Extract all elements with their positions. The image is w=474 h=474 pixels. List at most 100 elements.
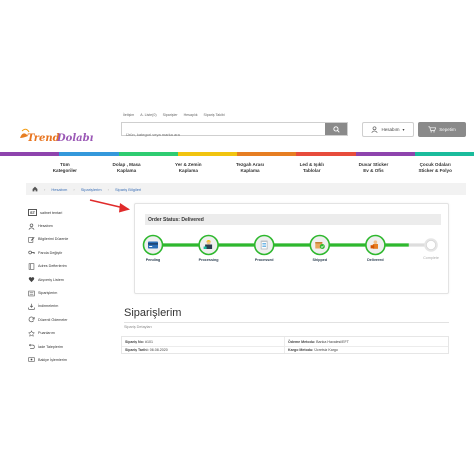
breadcrumb-account[interactable]: Hesabım: [51, 187, 67, 192]
user-icon: [28, 223, 35, 230]
band-segment: [177, 152, 237, 156]
account-label: Hesabım: [381, 127, 400, 132]
return-icon: [28, 343, 35, 350]
category-all[interactable]: Tüm Kategoriler: [34, 157, 96, 178]
band-segment: [355, 152, 415, 156]
progress-step: [309, 234, 331, 256]
search-button[interactable]: [325, 123, 347, 135]
sidebar-item-label: Hesabım: [38, 224, 53, 229]
order-date-label: Sipariş Tarihi:: [125, 348, 149, 352]
svg-text:Dolabı: Dolabı: [56, 133, 94, 144]
progress-step: [365, 234, 386, 256]
payment-label: Ödeme Metodu:: [288, 340, 316, 344]
step-label: Complete: [423, 255, 439, 260]
band-segment: [0, 152, 60, 156]
sidebar-item[interactable]: İade Taleplerim: [28, 340, 106, 353]
breadcrumb: › Hesabım › Siparişlerim › Sipariş Bilgi…: [26, 183, 466, 195]
chevron-down-icon: ▾: [402, 127, 405, 132]
sidebar-item[interactable]: Alışveriş Listem: [28, 273, 106, 286]
sidebar-item[interactable]: Bilgilerimi Düzenle: [28, 233, 106, 246]
order-no-label: Sipariş No:: [125, 340, 144, 344]
progress-step: [198, 234, 219, 256]
key-icon: [28, 251, 35, 255]
star-icon: [28, 329, 35, 337]
svg-text:Trend: Trend: [27, 133, 60, 144]
circle-icon: [426, 240, 436, 250]
search-input[interactable]: [122, 128, 322, 141]
search-icon: [332, 125, 340, 133]
category-cabinet-table[interactable]: Dolap , Masa Kaplama: [96, 157, 158, 178]
money-icon: [28, 357, 35, 363]
category-wall-sticker[interactable]: Duvar Sticker Ev & Ofis: [343, 157, 405, 178]
breadcrumb-separator: ›: [107, 186, 109, 192]
site-logo[interactable]: Trend Dolabı: [16, 122, 94, 150]
sidebar-item[interactable]: Hesabım: [28, 219, 106, 232]
top-link-orders[interactable]: Siparişler: [163, 113, 178, 117]
step-label: Pending: [145, 258, 161, 262]
step-label: Processed: [254, 258, 274, 262]
band-segment: [118, 152, 178, 156]
sidebar-header-label: saitnet tentari: [40, 210, 63, 215]
heart-icon: [28, 277, 35, 283]
sidebar-item-label: Bilgilerimi Düzenle: [38, 237, 69, 242]
top-link-account[interactable]: Hesaplık: [184, 113, 198, 117]
home-icon[interactable]: [32, 186, 38, 192]
logo-icon: Trend Dolabı: [20, 128, 94, 144]
sidebar-item[interactable]: Düzenli Ödemeler: [28, 313, 106, 326]
sidebar-item-label: İade Taleplerim: [38, 344, 63, 349]
cart-button[interactable]: Sepetim: [418, 122, 466, 137]
sidebar-item-label: Bakiye İşlemlerim: [38, 357, 67, 362]
top-links: İletişim A. Liste(0) Siparişler Hesaplık…: [123, 113, 225, 117]
top-link-wishlist[interactable]: A. Liste(0): [140, 113, 156, 117]
order-date-value: 06.08.2020: [149, 348, 168, 352]
clipboard-icon: [260, 240, 268, 250]
sidebar-item[interactable]: Puanlarım: [28, 327, 106, 340]
search-box: [121, 122, 348, 141]
band-segment: [237, 152, 297, 156]
orders-title: Siparişlerim: [124, 307, 182, 319]
sidebar-item[interactable]: Bakiye İşlemlerim: [28, 353, 106, 366]
breadcrumb-separator: ›: [73, 186, 75, 192]
shipping-value: Ücretsiz Kargo: [314, 348, 338, 352]
sidebar-item-label: Parola Değiştir: [38, 250, 63, 255]
order-date-row: Sipariş Tarihi: 06.08.2020: [122, 347, 284, 353]
arrow-pointer-icon: [89, 199, 130, 213]
sidebar-item[interactable]: Parola Değiştir: [28, 246, 106, 259]
sidebar-item[interactable]: Siparişlerim: [28, 286, 106, 299]
download-icon: [28, 303, 35, 310]
top-link-tracking[interactable]: Sipariş Takibi: [204, 113, 225, 117]
refresh-icon: [28, 316, 35, 323]
color-band: [0, 152, 474, 156]
account-button[interactable]: Hesabım ▾: [362, 122, 414, 137]
sidebar-item-label: Adres Defterlerim: [38, 264, 67, 269]
payment-value: Banka Havalesi/EFT: [316, 340, 349, 344]
band-segment: [296, 152, 356, 156]
sidebar-item[interactable]: Adres Defterlerim: [28, 260, 106, 273]
sidebar-item-label: Düzenli Ödemeler: [38, 317, 68, 322]
sidebar-item[interactable]: İndirmelerim: [28, 300, 106, 313]
band-segment: [414, 152, 474, 156]
order-progress-track: [142, 234, 438, 256]
breadcrumb-separator: ›: [44, 186, 46, 192]
order-status-card: Order Status: Delivered Pending Processin…: [134, 203, 449, 294]
credit-card-icon: [148, 241, 158, 249]
category-countertop[interactable]: Tezgah Arası Kaplama: [219, 157, 281, 178]
breadcrumb-order-info[interactable]: Sipariş Bilgileri: [115, 187, 141, 192]
category-led[interactable]: Led & Işıklı Tablolar: [281, 157, 343, 178]
order-no-value: #101: [144, 340, 153, 344]
breadcrumb-orders[interactable]: Siparişlerim: [81, 187, 102, 192]
category-kids[interactable]: Çocuk Odaları Sticker & Folyo: [404, 157, 466, 178]
store-icon: ST: [28, 209, 38, 217]
shipping-label: Kargo Metodu:: [288, 348, 314, 352]
category-floor[interactable]: Yer & Zemin Kaplama: [157, 157, 219, 178]
shipping-row: Kargo Metodu: Ücretsiz Kargo: [285, 347, 448, 353]
orders-subtitle: Sipariş Detayları: [124, 325, 152, 329]
order-details-table: Sipariş No: #101 Sipariş Tarihi: 06.08.2…: [121, 336, 449, 354]
payment-row: Ödeme Metodu: Banka Havalesi/EFT: [285, 339, 448, 345]
orders-divider: [124, 322, 449, 323]
top-link-contact[interactable]: İletişim: [123, 113, 134, 117]
sidebar-item-label: Alışveriş Listem: [38, 277, 64, 282]
account-sidebar: ST saitnet tentari Hesabım Bilgilerimi Dü…: [28, 206, 106, 367]
sidebar-item-label: Puanlarım: [38, 331, 55, 336]
cart-label: Sepetim: [439, 127, 456, 132]
